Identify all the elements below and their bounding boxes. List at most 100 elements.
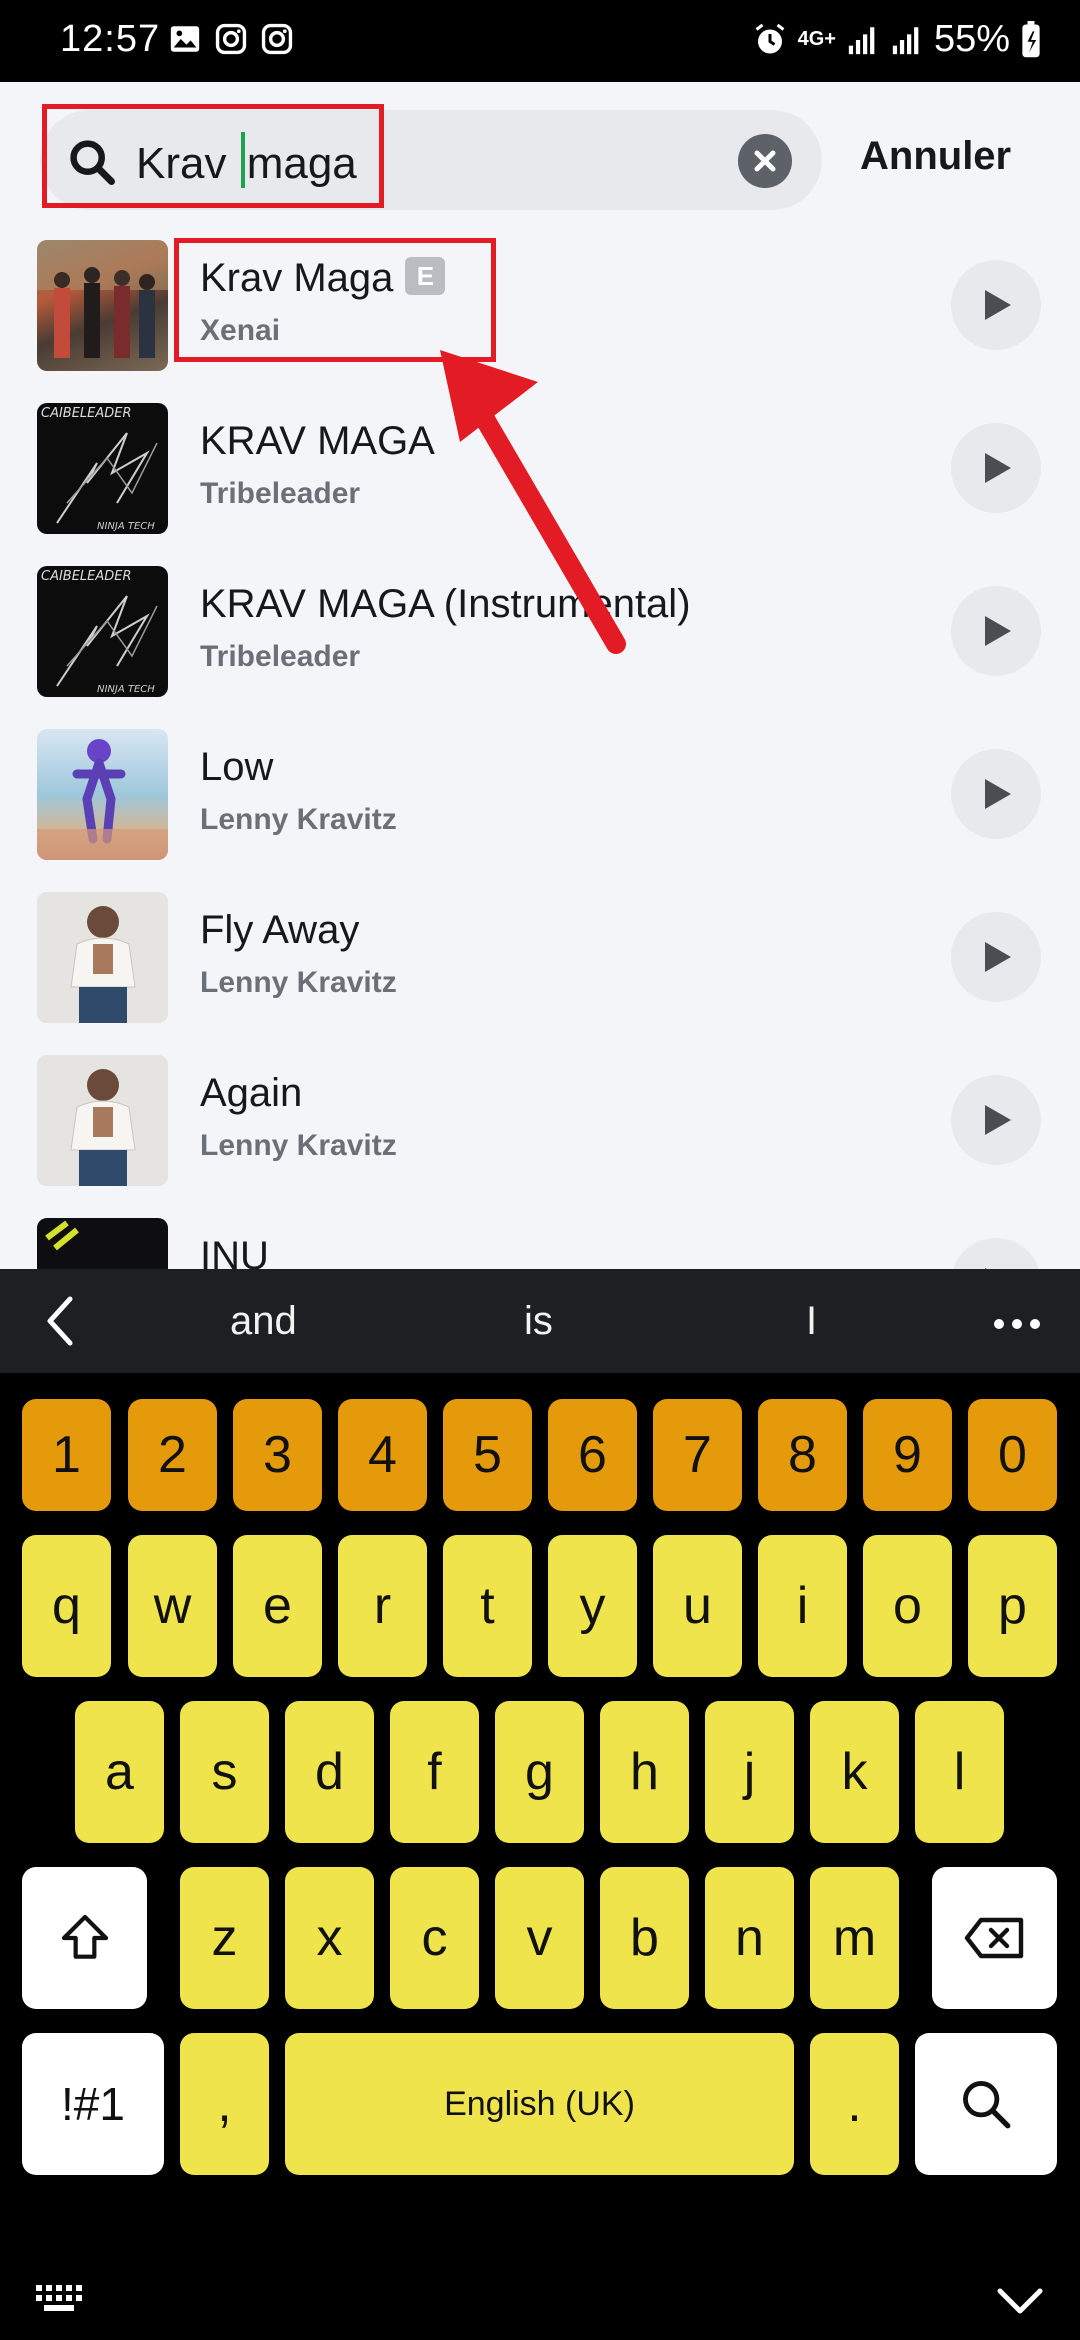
suggestion-2[interactable]: is: [524, 1299, 553, 1344]
annotation-arrow-icon: [440, 350, 626, 654]
key-z[interactable]: z: [180, 1867, 269, 2009]
music-search-screen: Krav maga Annuler Krav Maga E Xenai CAIBE…: [0, 82, 1080, 1269]
chevron-down-icon[interactable]: [996, 2287, 1044, 2315]
track-title: Low: [200, 745, 274, 789]
key-g[interactable]: g: [495, 1701, 584, 1843]
track-title: KRAV MAGA: [200, 419, 435, 463]
key-d[interactable]: d: [285, 1701, 374, 1843]
key-4[interactable]: 4: [338, 1399, 427, 1511]
key-i[interactable]: i: [758, 1535, 847, 1677]
clear-search-button[interactable]: [738, 134, 792, 188]
instagram-icon: [261, 23, 293, 55]
backspace-key[interactable]: [932, 1867, 1057, 2009]
track-title: INU: [200, 1234, 269, 1269]
svg-text:NINJA TECH: NINJA TECH: [97, 684, 155, 695]
key-j[interactable]: j: [705, 1701, 794, 1843]
lenny-kravitz-cover-image: [37, 892, 168, 1023]
key-8[interactable]: 8: [758, 1399, 847, 1511]
play-icon: [985, 942, 1011, 972]
suggestion-3[interactable]: I: [806, 1299, 817, 1344]
play-icon: [985, 290, 1011, 320]
track-artist: Tribeleader: [200, 640, 361, 673]
key-t[interactable]: t: [443, 1535, 532, 1677]
key-h[interactable]: h: [600, 1701, 689, 1843]
key-q[interactable]: q: [22, 1535, 111, 1677]
track-title: Fly Away: [200, 908, 360, 952]
key-c[interactable]: c: [390, 1867, 479, 2009]
gallery-icon: [170, 26, 200, 52]
key-5[interactable]: 5: [443, 1399, 532, 1511]
search-key[interactable]: [915, 2033, 1057, 2175]
keyboard: and is I 1 2 3 4 5 6 7 8 9 0 q w e r t y…: [0, 1269, 1080, 2340]
list-item[interactable]: INU: [0, 1210, 1080, 1269]
key-7[interactable]: 7: [653, 1399, 742, 1511]
comma-key[interactable]: ,: [180, 2033, 269, 2175]
lenny-kravitz-cover-image: [37, 1055, 168, 1186]
battery-percent: 55%: [933, 18, 1010, 60]
play-preview-button[interactable]: [951, 912, 1041, 1002]
play-preview-button[interactable]: [951, 586, 1041, 676]
key-3[interactable]: 3: [233, 1399, 322, 1511]
play-preview-button[interactable]: [951, 260, 1041, 350]
key-v[interactable]: v: [495, 1867, 584, 2009]
signal-icon: [848, 26, 875, 54]
key-y[interactable]: y: [548, 1535, 637, 1677]
list-item[interactable]: Fly Away Lenny Kravitz: [0, 884, 1080, 1047]
key-x[interactable]: x: [285, 1867, 374, 2009]
key-9[interactable]: 9: [863, 1399, 952, 1511]
key-f[interactable]: f: [390, 1701, 479, 1843]
track-artist: Tribeleader: [200, 477, 361, 510]
key-r[interactable]: r: [338, 1535, 427, 1677]
album-art: [37, 1055, 168, 1186]
play-preview-button[interactable]: [951, 423, 1041, 513]
tribeleader-cover-image: CAIBELEADER NINJA TECH: [41, 406, 158, 532]
more-options-icon[interactable]: [994, 1319, 1040, 1329]
key-e[interactable]: e: [233, 1535, 322, 1677]
play-preview-button[interactable]: [951, 749, 1041, 839]
key-o[interactable]: o: [863, 1535, 952, 1677]
symbols-key[interactable]: !#1: [22, 2033, 164, 2175]
signal-roaming-icon: [892, 26, 919, 54]
key-b[interactable]: b: [600, 1867, 689, 2009]
key-1[interactable]: 1: [22, 1399, 111, 1511]
album-art: [37, 892, 168, 1023]
suggestion-bar: and is I: [0, 1269, 1080, 1373]
inu-cover-image: [45, 1220, 79, 1251]
key-s[interactable]: s: [180, 1701, 269, 1843]
play-preview-button[interactable]: [951, 1238, 1041, 1269]
key-n[interactable]: n: [705, 1867, 794, 2009]
backspace-icon: [964, 1917, 1023, 1959]
album-art: CAIBELEADER NINJA TECH: [37, 403, 168, 534]
svg-text:CAIBELEADER: CAIBELEADER: [41, 406, 132, 421]
album-art: CAIBELEADER NINJA TECH: [37, 566, 168, 697]
chevron-left-icon[interactable]: [46, 1295, 74, 1347]
list-item[interactable]: Again Lenny Kravitz: [0, 1047, 1080, 1210]
list-item[interactable]: Low Lenny Kravitz: [0, 721, 1080, 884]
suggestion-1[interactable]: and: [230, 1299, 297, 1344]
key-p[interactable]: p: [968, 1535, 1057, 1677]
key-0[interactable]: 0: [968, 1399, 1057, 1511]
shift-key[interactable]: [22, 1867, 147, 2009]
key-m[interactable]: m: [810, 1867, 899, 2009]
key-6[interactable]: 6: [548, 1399, 637, 1511]
track-title: Again: [200, 1071, 303, 1115]
key-a[interactable]: a: [75, 1701, 164, 1843]
album-art: [37, 729, 168, 860]
space-key[interactable]: English (UK): [285, 2033, 794, 2175]
period-key[interactable]: .: [810, 2033, 899, 2175]
cancel-button[interactable]: Annuler: [860, 134, 1011, 179]
key-w[interactable]: w: [128, 1535, 217, 1677]
key-u[interactable]: u: [653, 1535, 742, 1677]
play-icon: [985, 1105, 1011, 1135]
key-l[interactable]: l: [915, 1701, 1004, 1843]
search-icon: [963, 2081, 1011, 2129]
keyboard-switch-icon[interactable]: [34, 2283, 86, 2315]
keyboard-nav-bar: [0, 2239, 1080, 2340]
network-type: 4G+: [797, 28, 836, 50]
key-k[interactable]: k: [810, 1701, 899, 1843]
album-art: [37, 1218, 168, 1269]
beach-figure-image: [37, 739, 168, 860]
play-preview-button[interactable]: [951, 1075, 1041, 1165]
key-2[interactable]: 2: [128, 1399, 217, 1511]
annotation-highlight-search: [42, 104, 384, 208]
